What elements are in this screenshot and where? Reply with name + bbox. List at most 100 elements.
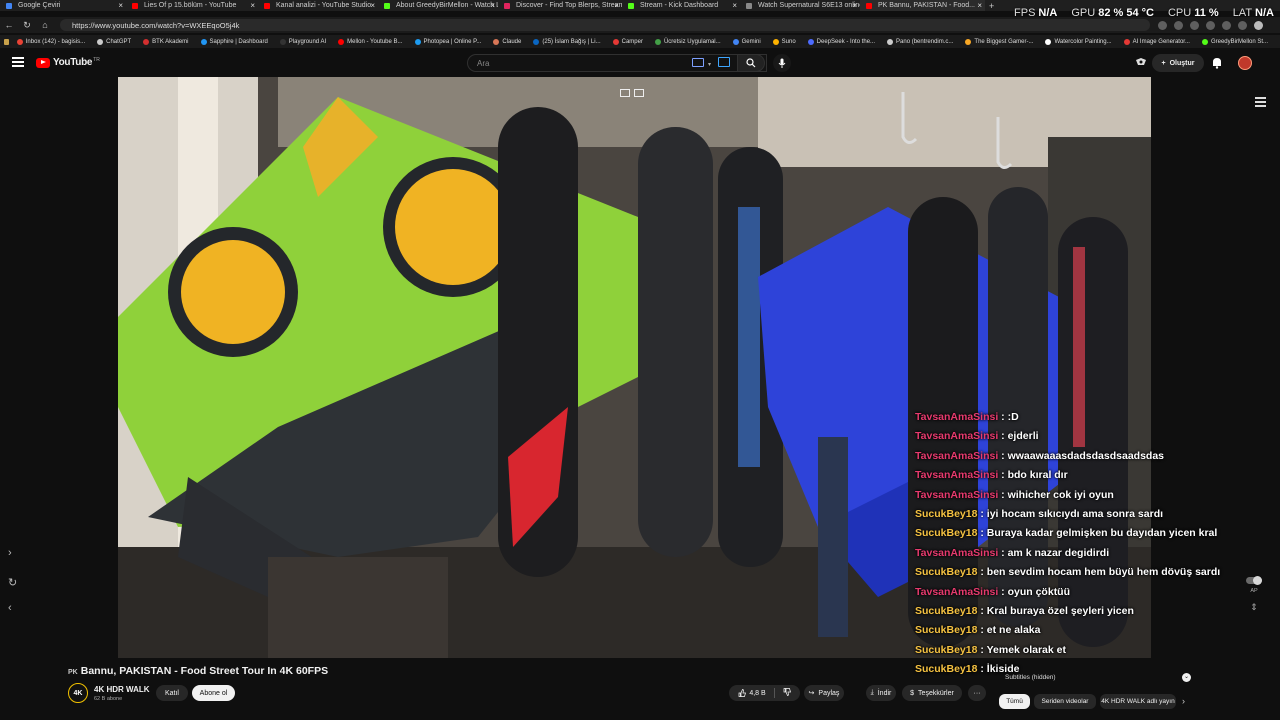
side-menu-icon[interactable] bbox=[1255, 97, 1266, 107]
bookmark-item[interactable]: GreedyBirMellon St... bbox=[1201, 38, 1268, 45]
chip-channel[interactable]: 4K HDR WALK adlı yayın bbox=[1100, 694, 1176, 709]
bookmark-item[interactable]: ChatGPT bbox=[97, 38, 132, 45]
home-icon[interactable]: ⌂ bbox=[36, 17, 54, 33]
scroll-arrows-icon[interactable]: ⇕ bbox=[1246, 602, 1262, 613]
chat-message: SucukBey18 : Kral buraya özel şeyleri yi… bbox=[915, 602, 1225, 621]
bookmark-label: Pano (bentrendim.c... bbox=[896, 38, 954, 45]
voice-search-button[interactable] bbox=[773, 54, 791, 72]
cast-icon[interactable] bbox=[1134, 56, 1148, 70]
tab-label: About GreedyBirMellon - Watch Li... bbox=[396, 2, 498, 9]
download-button[interactable]: ⤓ İndir bbox=[866, 685, 896, 701]
notifications-bell-icon[interactable] bbox=[1210, 56, 1224, 70]
browser-tab[interactable]: Discover - Find Top Blerps, Stream... × bbox=[498, 0, 622, 11]
toggle-switch[interactable] bbox=[1246, 576, 1262, 585]
subscribe-button[interactable]: Abone ol bbox=[192, 685, 235, 701]
bookmark-item[interactable]: Suno bbox=[772, 38, 796, 45]
tab-close-icon[interactable]: × bbox=[977, 1, 982, 10]
miniplayer-icon[interactable] bbox=[620, 89, 630, 97]
autoplay-toggle[interactable]: AP ⇕ bbox=[1246, 576, 1262, 613]
extension-icon[interactable] bbox=[1190, 20, 1199, 30]
bookmark-label: ChatGPT bbox=[106, 38, 132, 45]
browser-tab[interactable]: PK Bannu, PAKISTAN - Food... × bbox=[860, 0, 985, 11]
bookmark-item[interactable]: Watercolor Painting... bbox=[1045, 38, 1112, 45]
url-input[interactable]: https://www.youtube.com/watch?v=WXEEqoO5… bbox=[60, 19, 1150, 31]
tab-close-icon[interactable]: × bbox=[370, 1, 375, 10]
bookmark-favicon-icon bbox=[143, 38, 150, 45]
extension-icon[interactable] bbox=[1222, 20, 1231, 30]
theater-icon[interactable] bbox=[634, 89, 644, 97]
screenshot-icon[interactable] bbox=[718, 57, 730, 67]
bookmark-item[interactable]: Sapphire | Dashboard bbox=[200, 38, 268, 45]
browser-tab[interactable]: Lies Of p 15.bölüm - YouTube × bbox=[126, 0, 258, 11]
refresh-icon[interactable]: ↻ bbox=[8, 576, 17, 589]
bookmark-item[interactable]: Pano (bentrendim.c... bbox=[887, 38, 954, 45]
browser-tab[interactable]: Google Çeviri × bbox=[0, 0, 126, 11]
channel-avatar[interactable]: 4K bbox=[68, 683, 88, 703]
bookmark-item[interactable]: Playground AI bbox=[279, 38, 326, 45]
tab-favicon-icon bbox=[866, 3, 872, 9]
extension-icon[interactable] bbox=[1238, 20, 1247, 30]
tab-label: Discover - Find Top Blerps, Stream... bbox=[516, 2, 622, 9]
bookmark-item[interactable]: Mellon - Youtube B... bbox=[338, 38, 403, 45]
bookmark-item[interactable]: AI Image Generator... bbox=[1123, 38, 1190, 45]
create-button[interactable]: + Oluştur bbox=[1152, 54, 1204, 72]
bookmark-item[interactable]: (25) İslam Bağış | Li... bbox=[533, 38, 601, 45]
tab-close-icon[interactable]: × bbox=[490, 1, 495, 10]
thanks-button[interactable]: $ Teşekkürler bbox=[902, 685, 962, 701]
chip-series[interactable]: Seriden videolar bbox=[1034, 694, 1096, 709]
bookmark-item[interactable]: Gemini bbox=[732, 38, 761, 45]
chat-username: TavsanAmaSinsi bbox=[915, 430, 999, 443]
keyboard-icon[interactable] bbox=[692, 58, 704, 67]
bookmark-label: Photopea | Online P... bbox=[423, 38, 482, 45]
chat-text: : İkiside bbox=[977, 663, 1020, 676]
bookmark-item[interactable]: The Biggest Gamer-... bbox=[965, 38, 1033, 45]
browser-tab[interactable]: Watch Supernatural S6E13 online... × bbox=[740, 0, 860, 11]
tab-close-icon[interactable]: × bbox=[732, 1, 737, 10]
profile-icon[interactable] bbox=[1254, 20, 1263, 30]
new-tab-button[interactable]: + bbox=[985, 1, 999, 11]
bookmark-item[interactable]: DeepSeek - Into the... bbox=[807, 38, 875, 45]
share-button[interactable]: ↪ Paylaş bbox=[804, 685, 844, 701]
bookmark-label: (25) İslam Bağış | Li... bbox=[542, 38, 601, 45]
channel-name[interactable]: 4K HDR WALK bbox=[94, 685, 150, 694]
dropdown-caret-icon[interactable]: ▾ bbox=[708, 61, 711, 68]
bookmark-item[interactable]: Photopea | Online P... bbox=[414, 38, 482, 45]
like-button[interactable]: 4,8 B bbox=[738, 689, 766, 697]
join-button[interactable]: Katıl bbox=[156, 685, 188, 701]
back-icon[interactable]: ← bbox=[0, 17, 18, 33]
video-title: PK Bannu, PAKISTAN - Food Street Tour In … bbox=[68, 665, 328, 677]
bookmark-label: BTK Akademi bbox=[152, 38, 189, 45]
tab-close-icon[interactable]: × bbox=[250, 1, 255, 10]
more-actions-button[interactable]: ··· bbox=[968, 685, 986, 701]
bookmark-item[interactable]: BTK Akademi bbox=[143, 38, 189, 45]
browser-tab[interactable]: Kanal analizi - YouTube Studio × bbox=[258, 0, 378, 11]
address-bar-row: ← ↻ ⌂ https://www.youtube.com/watch?v=WX… bbox=[0, 17, 1280, 33]
browser-tab[interactable]: About GreedyBirMellon - Watch Li... × bbox=[378, 0, 498, 11]
bookmark-item[interactable]: Camper bbox=[612, 38, 643, 45]
tab-close-icon[interactable]: × bbox=[614, 1, 619, 10]
chevron-right-icon[interactable]: › bbox=[1182, 696, 1185, 706]
tab-close-icon[interactable]: × bbox=[852, 1, 857, 10]
account-avatar[interactable] bbox=[1238, 56, 1252, 70]
tab-close-icon[interactable]: × bbox=[118, 1, 123, 10]
extension-icon[interactable] bbox=[1158, 20, 1167, 30]
extension-icon[interactable] bbox=[1174, 20, 1183, 30]
chip-all[interactable]: Tümü bbox=[999, 694, 1030, 709]
youtube-logo[interactable]: YouTube TR bbox=[36, 57, 100, 68]
collapse-arrow-icon[interactable]: ‹ bbox=[8, 602, 12, 614]
bookmark-item[interactable]: Inbox (142) - bagisis... bbox=[16, 38, 85, 45]
hamburger-menu-icon[interactable] bbox=[12, 57, 24, 67]
dislike-button[interactable] bbox=[783, 688, 791, 698]
bookmark-favicon-icon bbox=[97, 38, 104, 45]
bookmark-item[interactable]: Claude bbox=[493, 38, 521, 45]
browser-tab[interactable]: Stream - Kick Dashboard × bbox=[622, 0, 740, 11]
bookmark-favicon-icon bbox=[807, 38, 814, 45]
bookmark-item[interactable]: Ücretsiz Uygulamal... bbox=[654, 38, 721, 45]
reload-icon[interactable]: ↻ bbox=[18, 17, 36, 33]
search-button[interactable] bbox=[737, 54, 765, 72]
bookmark-label: Camper bbox=[621, 38, 643, 45]
extension-icon[interactable] bbox=[1206, 20, 1215, 30]
expand-arrow-icon[interactable]: › bbox=[8, 547, 12, 559]
folder-icon[interactable] bbox=[4, 38, 9, 45]
chat-message: TavsanAmaSinsi : am k nazar degidirdi bbox=[915, 544, 1225, 563]
